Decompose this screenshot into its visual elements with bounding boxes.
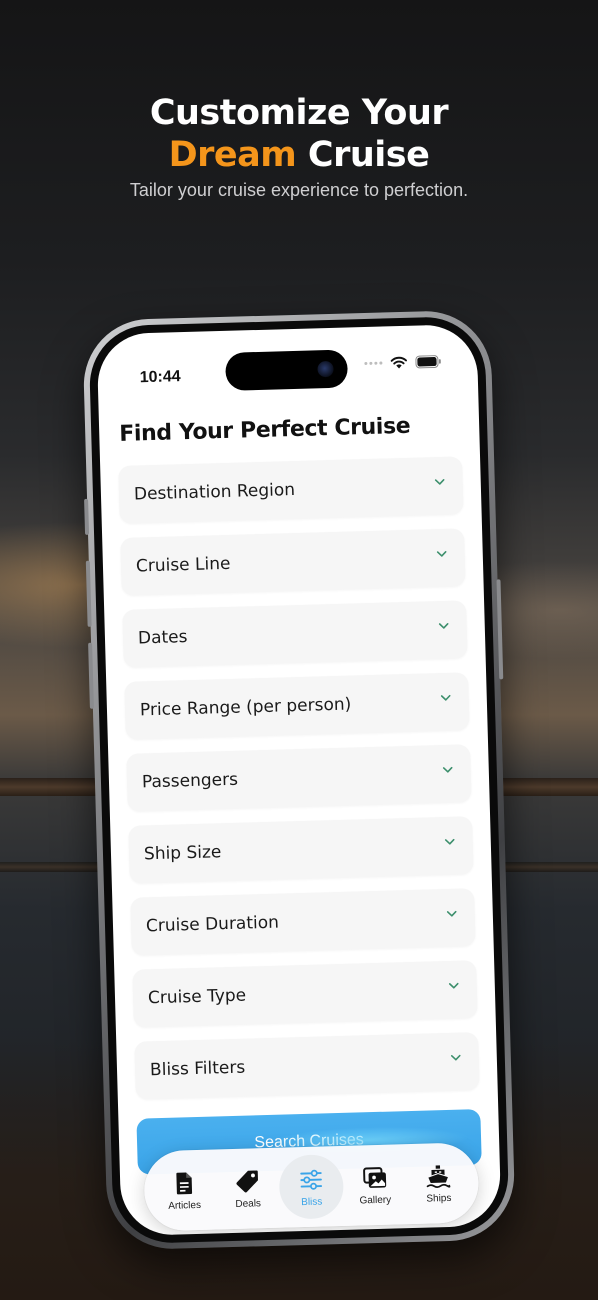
filter-destination-region[interactable]: Destination Region	[118, 456, 464, 524]
filter-ship-size[interactable]: Ship Size	[128, 816, 474, 884]
tab-gallery[interactable]: Gallery	[342, 1152, 407, 1218]
chevron-down-icon	[436, 551, 447, 557]
filter-label: Cruise Type	[147, 985, 247, 1009]
filter-label: Price Range (per person)	[139, 694, 352, 721]
chevron-down-icon	[446, 910, 457, 917]
filter-cruise-line[interactable]: Cruise Line	[120, 528, 466, 596]
tag-icon	[236, 1169, 259, 1192]
wifi-icon	[390, 356, 407, 369]
screen-title: Find Your Perfect Cruise	[118, 413, 411, 447]
tab-articles[interactable]: Articles	[152, 1157, 217, 1223]
tab-label: Gallery	[359, 1194, 392, 1206]
chevron-down-icon	[448, 982, 459, 989]
chevron-down-icon	[450, 1054, 461, 1061]
tab-label: Deals	[235, 1197, 262, 1210]
tab-label: Ships	[426, 1192, 452, 1205]
tab-bliss[interactable]: Bliss	[278, 1153, 345, 1220]
filter-cruise-duration[interactable]: Cruise Duration	[130, 888, 476, 956]
filter-bliss-filters[interactable]: Bliss Filters	[134, 1032, 480, 1100]
chevron-down-icon	[440, 694, 451, 701]
signal-dots-icon	[364, 361, 383, 366]
filter-price-range[interactable]: Price Range (per person)	[124, 672, 470, 740]
document-icon	[176, 1171, 192, 1194]
filter-label: Passengers	[141, 769, 239, 793]
tab-deals[interactable]: Deals	[215, 1156, 280, 1222]
filter-label: Cruise Line	[135, 553, 231, 577]
filter-label: Ship Size	[143, 842, 222, 865]
filter-label: Cruise Duration	[145, 912, 280, 937]
ship-icon	[426, 1164, 451, 1188]
tab-ships[interactable]: Ships	[406, 1150, 471, 1216]
tab-label: Bliss	[301, 1196, 323, 1208]
filter-passengers[interactable]: Passengers	[126, 744, 472, 812]
phone-mockup: 10:44 Find Your Perfect Cruise Destinati…	[82, 309, 516, 1251]
chevron-down-icon	[434, 479, 445, 485]
hero-title-accent: Dream	[168, 135, 297, 175]
filter-list: Destination Region Cruise Line Dates Pri…	[118, 456, 480, 1113]
filter-dates[interactable]: Dates	[122, 600, 468, 668]
app-screen: 10:44 Find Your Perfect Cruise Destinati…	[96, 323, 502, 1237]
dynamic-island	[225, 349, 349, 391]
filter-label: Dates	[137, 627, 188, 649]
battery-icon	[415, 355, 441, 369]
sliders-icon	[300, 1169, 323, 1190]
chevron-down-icon	[444, 838, 455, 845]
tab-bar: Articles Deals Bliss Gallery Ships	[143, 1142, 480, 1232]
tab-label: Articles	[168, 1199, 202, 1212]
chevron-down-icon	[442, 766, 453, 773]
hero-title-line1: Customize Your	[149, 93, 449, 133]
chevron-down-icon	[438, 622, 449, 629]
filter-cruise-type[interactable]: Cruise Type	[132, 960, 478, 1028]
camera-icon	[317, 360, 334, 378]
hero-title-rest: Cruise	[296, 135, 430, 175]
hero-subtitle: Tailor your cruise experience to perfect…	[129, 180, 469, 200]
status-time: 10:44	[139, 368, 181, 387]
filter-label: Destination Region	[133, 480, 296, 505]
filter-label: Bliss Filters	[149, 1057, 246, 1081]
gallery-icon	[362, 1166, 386, 1188]
hero-title-line2: Dream Cruise	[0, 134, 598, 176]
status-icons	[364, 355, 441, 370]
hero-title: Customize Your Dream Cruise	[0, 92, 598, 176]
